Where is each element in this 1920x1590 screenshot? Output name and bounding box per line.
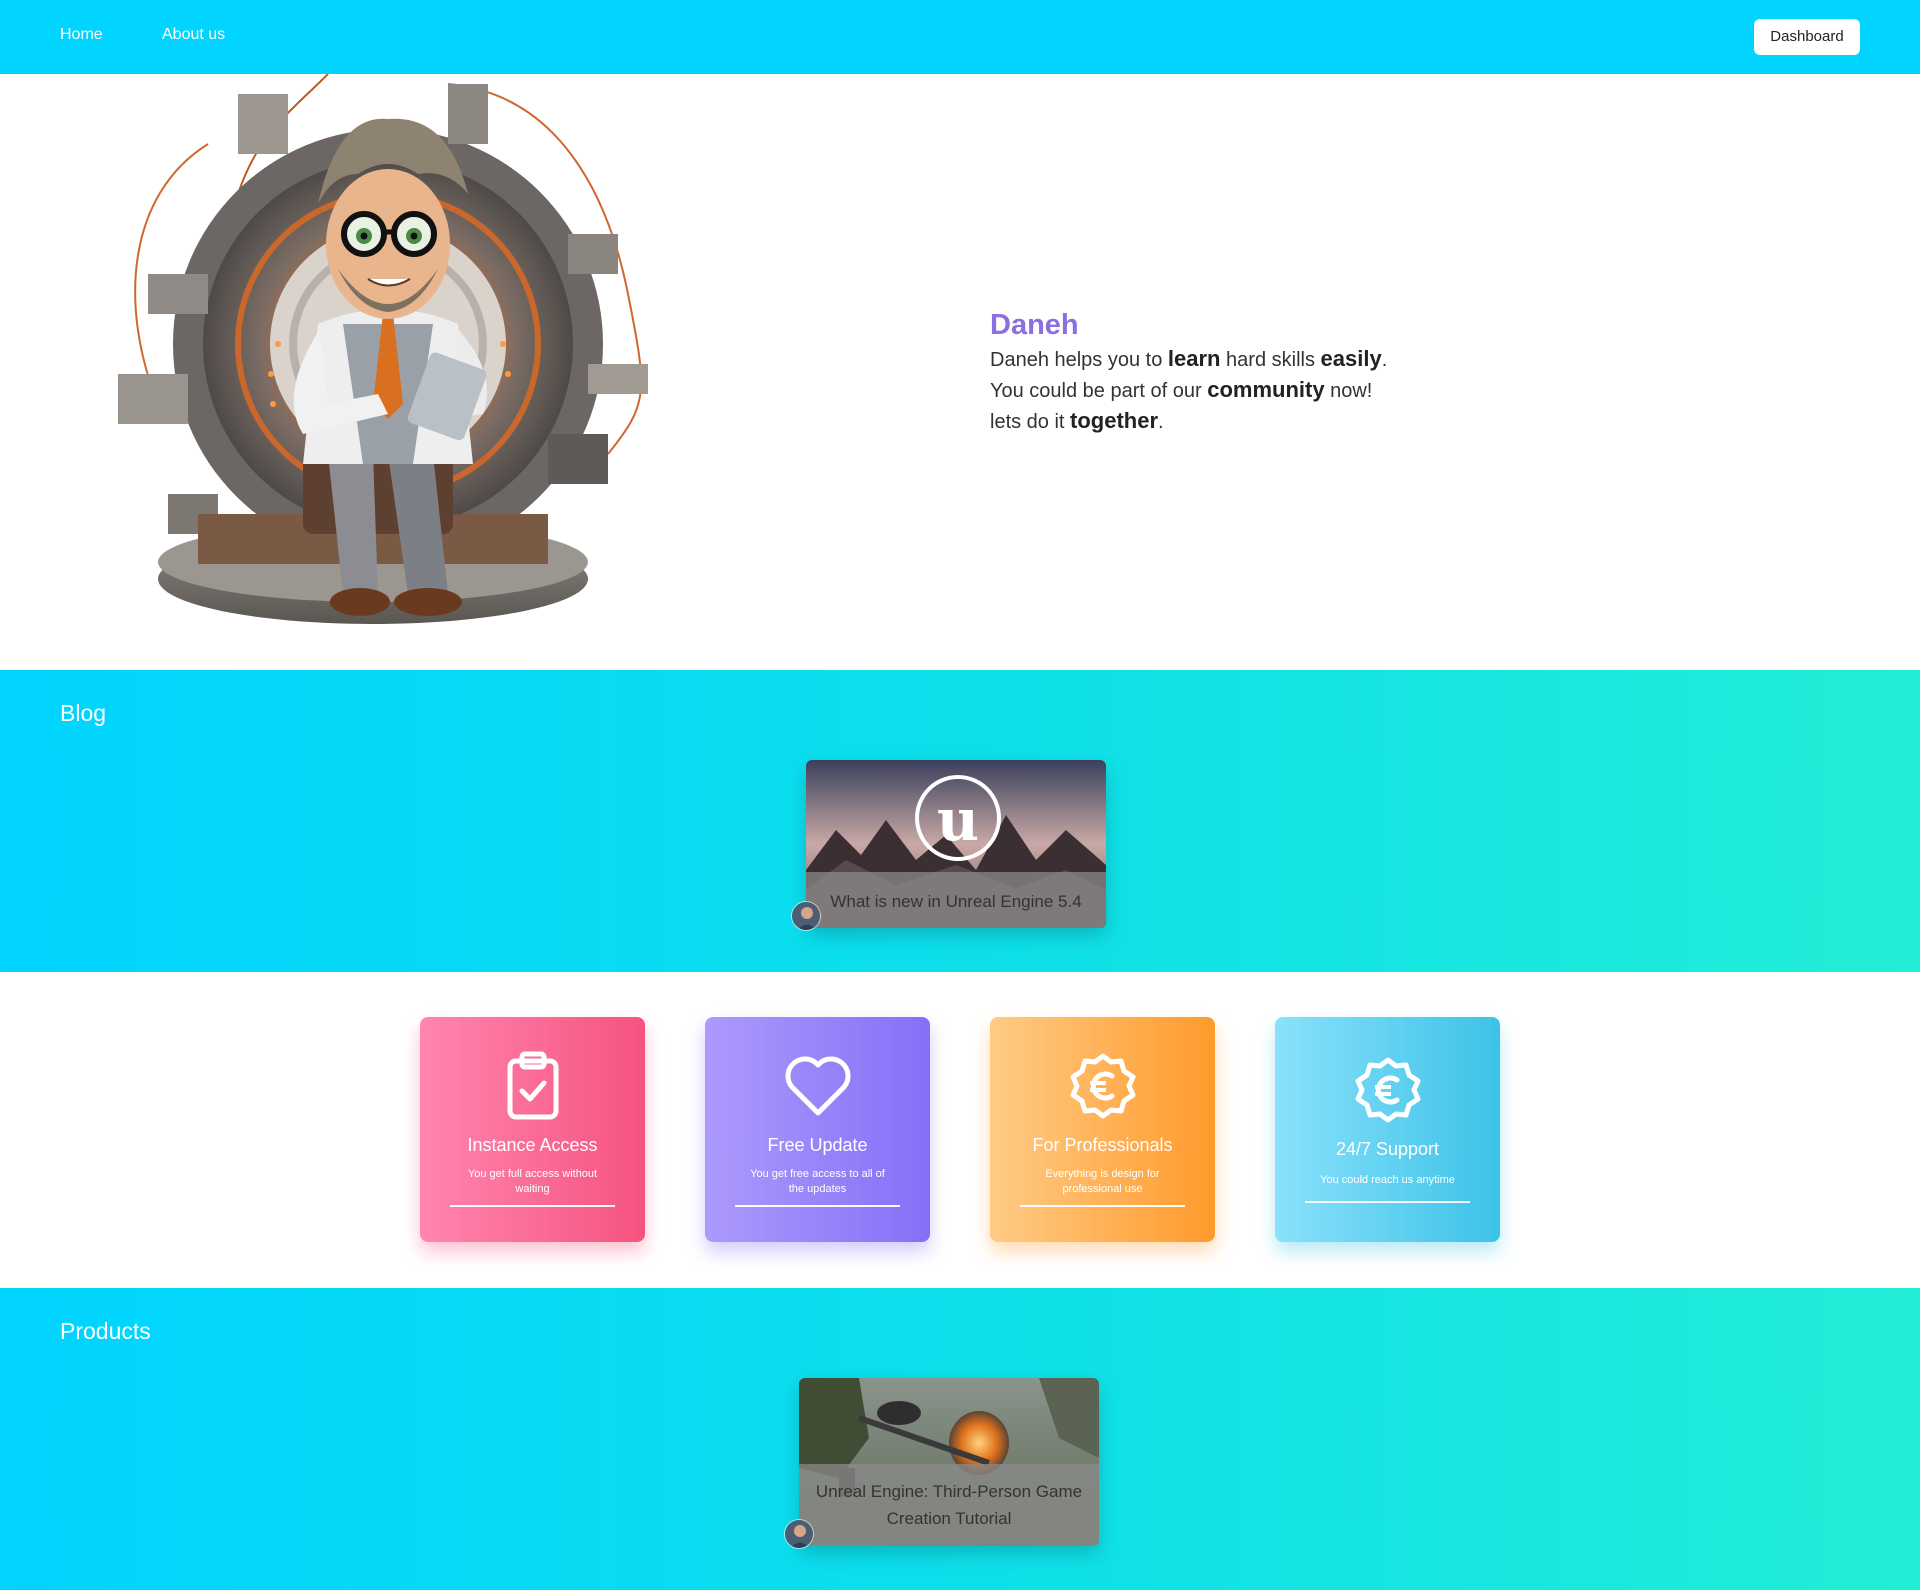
- feature-desc: Everything is design for professional us…: [1045, 1168, 1160, 1195]
- blog-post-card[interactable]: u What is new in Unreal Engine 5.4: [806, 760, 1106, 928]
- feature-desc: You get free access to all of the update…: [750, 1168, 885, 1195]
- author-avatar: [791, 901, 821, 931]
- product-card[interactable]: Unreal Engine: Third-Person Game Creatio…: [799, 1378, 1099, 1546]
- nav-about-link[interactable]: About us: [162, 26, 225, 44]
- hero-line-1: Daneh helps you to learn hard skills eas…: [990, 344, 1510, 375]
- feature-card-support: 24/7 Support You could reach us anytime: [1275, 1017, 1500, 1242]
- hero-line-2-bold: community: [1207, 377, 1325, 402]
- feature-divider: [735, 1205, 900, 1207]
- feature-card-instance-access: Instance Access You get full access with…: [420, 1017, 645, 1242]
- hero-line-2-part: now!: [1324, 380, 1373, 402]
- hero-line-1-part: .: [1381, 349, 1388, 371]
- hero-line-2: You could be part of our community now!: [990, 375, 1510, 406]
- author-avatar: [784, 1519, 814, 1549]
- nav-home-link[interactable]: Home: [60, 26, 103, 44]
- feature-title: For Professionals: [1032, 1135, 1173, 1155]
- feature-card-free-update: Free Update You get free access to all o…: [705, 1017, 930, 1242]
- feature-title: 24/7 Support: [1335, 1139, 1440, 1159]
- hero-line-3-part: .: [1158, 411, 1164, 433]
- hero-line-1-bold: learn: [1167, 346, 1221, 371]
- feature-title: Free Update: [767, 1135, 868, 1155]
- products-title: Products: [60, 1318, 151, 1344]
- feature-card-for-professionals: For Professionals Everything is design f…: [990, 1017, 1215, 1242]
- dashboard-button[interactable]: Dashboard: [1754, 19, 1860, 55]
- products-section: Products Unreal Engine: Third-Person Gam…: [0, 1288, 1920, 1590]
- hero-line-1-bold: easily: [1320, 346, 1382, 371]
- clipboard-check-icon: [507, 1051, 559, 1120]
- hero-line-2-part: You could be part of our: [990, 380, 1208, 402]
- feature-divider: [1020, 1205, 1185, 1207]
- features-section: Instance Access You get full access with…: [0, 972, 1920, 1288]
- blog-section: Blog u What is new in Unreal Engine 5.4: [0, 670, 1920, 972]
- feature-divider: [1305, 1201, 1470, 1203]
- hero-illustration: [118, 74, 648, 624]
- brand-title: Daneh: [990, 309, 1079, 341]
- navbar: Home About us Dashboard: [0, 0, 1920, 74]
- feature-divider: [450, 1205, 615, 1207]
- euro-badge-icon: [1070, 1053, 1136, 1119]
- blog-title: Blog: [60, 700, 107, 726]
- hero-line-3: lets do it together.: [990, 406, 1510, 437]
- svg-text:u: u: [937, 786, 979, 854]
- blog-post-title: What is new in Unreal Engine 5.4: [806, 872, 1106, 928]
- feature-desc: You could reach us anytime: [1320, 1174, 1455, 1186]
- hero-line-1-part: hard skills: [1220, 349, 1321, 371]
- euro-badge-icon: [1355, 1057, 1421, 1123]
- hero-line-3-bold: together: [1070, 408, 1159, 433]
- hero-section: Daneh Daneh helps you to learn hard skil…: [0, 74, 1920, 670]
- feature-desc: You get full access without waiting: [467, 1168, 598, 1195]
- feature-title: Instance Access: [467, 1135, 598, 1155]
- hero-line-3-part: lets do it: [990, 411, 1071, 433]
- product-title: Unreal Engine: Third-Person Game Creatio…: [799, 1464, 1099, 1546]
- heart-icon: [785, 1056, 851, 1116]
- hero-text: Daneh Daneh helps you to learn hard skil…: [990, 306, 1510, 437]
- hero-line-1-part: Daneh helps you to: [990, 349, 1168, 371]
